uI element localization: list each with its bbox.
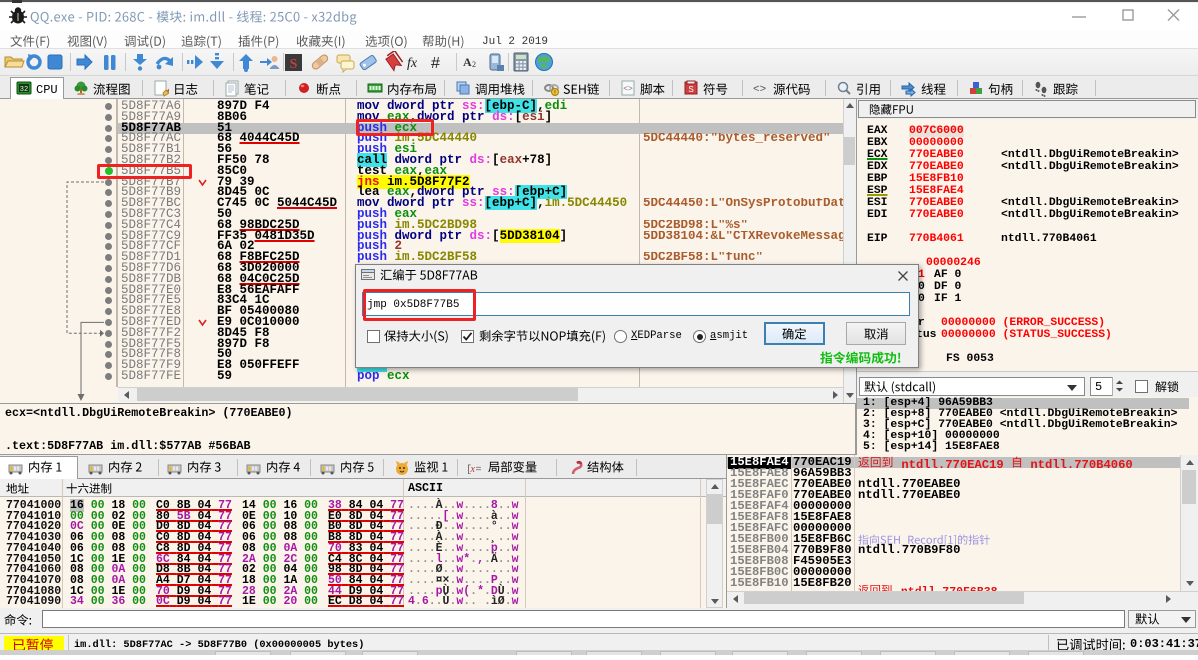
- svg-text:=]: =]: [476, 464, 483, 476]
- svg-text:A: A: [463, 55, 472, 69]
- svg-text:#: #: [431, 55, 440, 72]
- svg-text:S: S: [290, 57, 298, 72]
- svg-text:32: 32: [20, 86, 28, 94]
- svg-text:S: S: [688, 85, 693, 94]
- svg-text:<>: <>: [753, 84, 766, 96]
- svg-text:fx: fx: [407, 56, 418, 71]
- svg-text:2: 2: [472, 60, 476, 69]
- svg-text:<>: <>: [623, 85, 633, 94]
